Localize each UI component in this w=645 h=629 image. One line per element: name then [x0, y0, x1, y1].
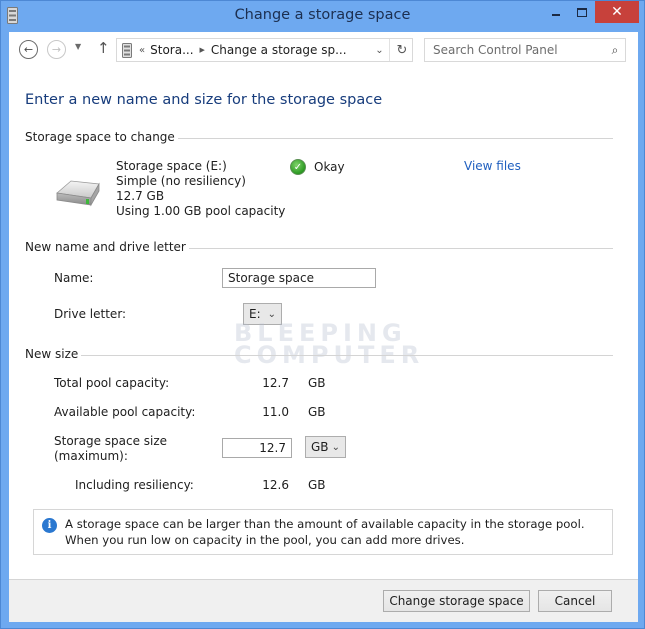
size-unit-select[interactable]: GB ⌄ — [305, 436, 346, 458]
dropdown-arrow-icon: ▼ — [75, 42, 82, 51]
chevron-down-icon: ⌄ — [267, 308, 276, 320]
up-arrow-icon: ↑ — [97, 39, 110, 57]
storage-space-group-header: Storage space to change — [25, 130, 613, 144]
search-box[interactable]: Search Control Panel ⌕ — [424, 38, 626, 62]
storage-space-size: 12.7 GB — [116, 189, 165, 203]
refresh-button[interactable]: ↻ — [391, 39, 413, 61]
breadcrumb-separator-icon[interactable]: ▶ — [200, 46, 205, 54]
change-storage-space-button[interactable]: Change storage space — [383, 590, 530, 612]
info-message: i A storage space can be larger than the… — [33, 509, 613, 555]
view-files-link[interactable]: View files — [464, 159, 521, 173]
window: Change a storage space ✕ ← → ▼ ↑ « Stora… — [0, 0, 645, 629]
name-label: Name: — [54, 271, 94, 285]
page-title: Enter a new name and size for the storag… — [25, 92, 383, 108]
total-pool-capacity-label: Total pool capacity: — [54, 376, 170, 390]
drive-letter-value: E: — [249, 307, 261, 321]
divider — [81, 354, 613, 356]
drive-letter-select[interactable]: E: ⌄ — [243, 303, 282, 325]
search-icon[interactable]: ⌕ — [605, 43, 625, 58]
client-area: ← → ▼ ↑ « Stora... ▶ Change a storage sp… — [9, 32, 638, 622]
refresh-icon: ↻ — [396, 42, 408, 58]
storage-space-size-label: Storage space size (maximum): — [54, 434, 167, 464]
group-header-label: New name and drive letter — [25, 240, 186, 254]
status-indicator: ✓ Okay — [290, 159, 345, 175]
address-dropdown-button[interactable]: ⌄ — [370, 39, 390, 61]
available-pool-capacity-unit: GB — [308, 405, 326, 419]
watermark-line-1: BLEEPING — [234, 319, 407, 347]
overflow-chevron-icon[interactable]: « — [139, 45, 145, 56]
info-icon: i — [42, 518, 57, 533]
size-unit-value: GB — [311, 440, 329, 454]
search-input[interactable]: Search Control Panel — [433, 43, 605, 57]
including-resiliency-value: 12.6 — [262, 478, 289, 492]
available-pool-capacity-label: Available pool capacity: — [54, 405, 196, 419]
storage-space-usage: Using 1.00 GB pool capacity — [116, 204, 286, 218]
total-pool-capacity-unit: GB — [308, 376, 326, 390]
cancel-button[interactable]: Cancel — [538, 590, 612, 612]
navigation-bar: ← → ▼ ↑ « Stora... ▶ Change a storage sp… — [9, 32, 638, 68]
footer-bar: Change storage space Cancel — [9, 579, 638, 622]
storage-space-details: Storage space (E:) Simple (no resiliency… — [116, 159, 285, 219]
back-button[interactable]: ← — [19, 40, 38, 59]
close-icon: ✕ — [611, 4, 623, 20]
group-header-label: Storage space to change — [25, 130, 175, 144]
name-field[interactable] — [222, 268, 376, 288]
title-bar[interactable]: Change a storage space ✕ — [1, 1, 644, 33]
maximize-icon — [577, 7, 587, 17]
divider — [177, 137, 613, 139]
breadcrumb-current[interactable]: Change a storage sp... — [211, 43, 347, 57]
drive-letter-label: Drive letter: — [54, 307, 127, 321]
group-header-label: New size — [25, 347, 79, 361]
storage-spaces-icon — [122, 42, 132, 58]
drive-icon — [56, 180, 100, 207]
close-button[interactable]: ✕ — [595, 1, 639, 23]
minimize-button[interactable] — [543, 1, 569, 23]
size-group-header: New size — [25, 347, 613, 361]
up-button[interactable]: ↑ — [97, 39, 110, 57]
status-text: Okay — [314, 160, 345, 174]
checkmark-icon: ✓ — [290, 159, 306, 175]
recent-locations-button[interactable]: ▼ — [75, 42, 81, 51]
maximize-button[interactable] — [569, 1, 595, 23]
total-pool-capacity-value: 12.7 — [262, 376, 289, 390]
forward-arrow-icon: → — [51, 43, 62, 56]
storage-space-resiliency: Simple (no resiliency) — [116, 174, 246, 188]
forward-button[interactable]: → — [47, 40, 66, 59]
name-group-header: New name and drive letter — [25, 240, 613, 254]
storage-space-size-field[interactable] — [222, 438, 292, 458]
back-arrow-icon: ← — [23, 43, 34, 56]
info-text: A storage space can be larger than the a… — [65, 517, 585, 547]
minimize-icon — [552, 14, 560, 16]
size-label-line-1: Storage space size — [54, 434, 168, 448]
available-pool-capacity-value: 11.0 — [262, 405, 289, 419]
size-label-line-2: (maximum): — [54, 449, 128, 463]
chevron-down-icon: ⌄ — [375, 44, 384, 56]
divider — [188, 247, 613, 249]
address-bar[interactable]: « Stora... ▶ Change a storage sp... ⌄ ↻ — [116, 38, 413, 62]
including-resiliency-label: Including resiliency: — [75, 478, 194, 492]
chevron-down-icon: ⌄ — [331, 441, 340, 453]
including-resiliency-unit: GB — [308, 478, 326, 492]
breadcrumb-storage-spaces[interactable]: Stora... — [150, 43, 193, 57]
storage-space-name: Storage space (E:) — [116, 159, 227, 173]
